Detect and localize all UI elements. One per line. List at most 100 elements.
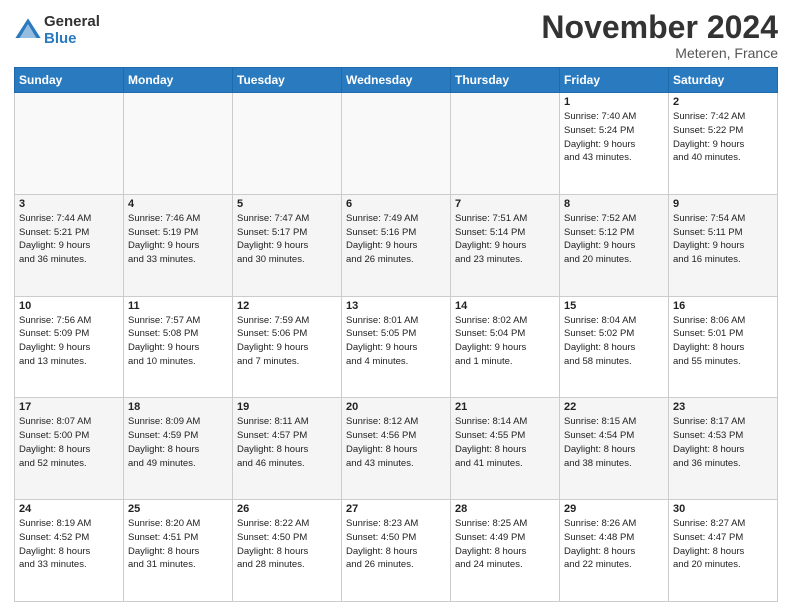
day-info: Sunrise: 8:01 AMSunset: 5:05 PMDaylight:…	[346, 314, 446, 369]
col-friday: Friday	[560, 68, 669, 93]
day-number: 28	[455, 503, 555, 515]
cell-3-1: 18 Sunrise: 8:09 AMSunset: 4:59 PMDayligh…	[124, 398, 233, 500]
day-number: 29	[564, 503, 664, 515]
logo-text: General Blue	[44, 14, 100, 47]
cell-4-5: 29Sunrise: 8:26 AMSunset: 4:48 PMDayligh…	[560, 500, 669, 602]
week-row-0: 1 Sunrise: 7:40 AMSunset: 5:24 PMDaylight…	[15, 93, 778, 195]
cell-0-5: 1 Sunrise: 7:40 AMSunset: 5:24 PMDaylight…	[560, 93, 669, 195]
day-info: Sunrise: 7:57 AMSunset: 5:08 PMDaylight:…	[128, 314, 228, 369]
cell-2-0: 10 Sunrise: 7:56 AMSunset: 5:09 PMDayligh…	[15, 296, 124, 398]
day-info: Sunrise: 8:15 AMSunset: 4:54 PMDaylight:…	[564, 415, 664, 470]
cell-0-2	[233, 93, 342, 195]
day-info: Sunrise: 7:49 AMSunset: 5:16 PMDaylight:…	[346, 212, 446, 267]
day-number: 8	[564, 198, 664, 210]
day-info: Sunrise: 8:14 AMSunset: 4:55 PMDaylight:…	[455, 415, 555, 470]
day-info: Sunrise: 7:56 AMSunset: 5:09 PMDaylight:…	[19, 314, 119, 369]
day-number: 20	[346, 401, 446, 413]
cell-0-4	[451, 93, 560, 195]
day-number: 21	[455, 401, 555, 413]
day-info: Sunrise: 8:25 AMSunset: 4:49 PMDaylight:…	[455, 517, 555, 572]
day-number: 1	[564, 96, 664, 108]
cell-2-2: 12 Sunrise: 7:59 AMSunset: 5:06 PMDayligh…	[233, 296, 342, 398]
cell-3-5: 22 Sunrise: 8:15 AMSunset: 4:54 PMDayligh…	[560, 398, 669, 500]
day-number: 24	[19, 503, 119, 515]
cell-1-6: 9 Sunrise: 7:54 AMSunset: 5:11 PMDaylight…	[669, 194, 778, 296]
day-number: 13	[346, 300, 446, 312]
day-number: 9	[673, 198, 773, 210]
col-wednesday: Wednesday	[342, 68, 451, 93]
day-info: Sunrise: 8:12 AMSunset: 4:56 PMDaylight:…	[346, 415, 446, 470]
day-number: 16	[673, 300, 773, 312]
day-number: 3	[19, 198, 119, 210]
cell-4-4: 28 Sunrise: 8:25 AMSunset: 4:49 PMDayligh…	[451, 500, 560, 602]
day-info: Sunrise: 7:44 AMSunset: 5:21 PMDaylight:…	[19, 212, 119, 267]
day-info: Sunrise: 8:09 AMSunset: 4:59 PMDaylight:…	[128, 415, 228, 470]
day-info: Sunrise: 8:23 AMSunset: 4:50 PMDaylight:…	[346, 517, 446, 572]
day-number: 26	[237, 503, 337, 515]
cell-0-1	[124, 93, 233, 195]
week-row-4: 24 Sunrise: 8:19 AMSunset: 4:52 PMDayligh…	[15, 500, 778, 602]
day-number: 19	[237, 401, 337, 413]
cell-1-4: 7 Sunrise: 7:51 AMSunset: 5:14 PMDaylight…	[451, 194, 560, 296]
day-info: Sunrise: 8:02 AMSunset: 5:04 PMDaylight:…	[455, 314, 555, 369]
week-row-2: 10 Sunrise: 7:56 AMSunset: 5:09 PMDayligh…	[15, 296, 778, 398]
cell-3-0: 17Sunrise: 8:07 AMSunset: 5:00 PMDayligh…	[15, 398, 124, 500]
col-monday: Monday	[124, 68, 233, 93]
cell-3-3: 20 Sunrise: 8:12 AMSunset: 4:56 PMDayligh…	[342, 398, 451, 500]
day-info: Sunrise: 7:40 AMSunset: 5:24 PMDaylight:…	[564, 110, 664, 165]
cell-4-0: 24 Sunrise: 8:19 AMSunset: 4:52 PMDayligh…	[15, 500, 124, 602]
day-info: Sunrise: 7:54 AMSunset: 5:11 PMDaylight:…	[673, 212, 773, 267]
cell-0-0	[15, 93, 124, 195]
day-number: 10	[19, 300, 119, 312]
col-sunday: Sunday	[15, 68, 124, 93]
cell-1-2: 5 Sunrise: 7:47 AMSunset: 5:17 PMDaylight…	[233, 194, 342, 296]
day-number: 4	[128, 198, 228, 210]
cell-3-6: 23Sunrise: 8:17 AMSunset: 4:53 PMDayligh…	[669, 398, 778, 500]
cell-2-5: 15Sunrise: 8:04 AMSunset: 5:02 PMDayligh…	[560, 296, 669, 398]
col-saturday: Saturday	[669, 68, 778, 93]
cell-2-6: 16 Sunrise: 8:06 AMSunset: 5:01 PMDayligh…	[669, 296, 778, 398]
day-info: Sunrise: 7:51 AMSunset: 5:14 PMDaylight:…	[455, 212, 555, 267]
day-info: Sunrise: 8:22 AMSunset: 4:50 PMDaylight:…	[237, 517, 337, 572]
cell-2-1: 11Sunrise: 7:57 AMSunset: 5:08 PMDayligh…	[124, 296, 233, 398]
day-number: 7	[455, 198, 555, 210]
logo-blue: Blue	[44, 31, 100, 48]
calendar-table: Sunday Monday Tuesday Wednesday Thursday…	[14, 67, 778, 602]
day-number: 15	[564, 300, 664, 312]
calendar-header-row: Sunday Monday Tuesday Wednesday Thursday…	[15, 68, 778, 93]
cell-3-2: 19Sunrise: 8:11 AMSunset: 4:57 PMDayligh…	[233, 398, 342, 500]
cell-2-3: 13 Sunrise: 8:01 AMSunset: 5:05 PMDayligh…	[342, 296, 451, 398]
cell-0-6: 2Sunrise: 7:42 AMSunset: 5:22 PMDaylight…	[669, 93, 778, 195]
day-number: 18	[128, 401, 228, 413]
day-info: Sunrise: 8:06 AMSunset: 5:01 PMDaylight:…	[673, 314, 773, 369]
day-info: Sunrise: 8:19 AMSunset: 4:52 PMDaylight:…	[19, 517, 119, 572]
week-row-1: 3 Sunrise: 7:44 AMSunset: 5:21 PMDaylight…	[15, 194, 778, 296]
col-thursday: Thursday	[451, 68, 560, 93]
header: General Blue November 2024 Meteren, Fran…	[14, 10, 778, 61]
day-info: Sunrise: 7:42 AMSunset: 5:22 PMDaylight:…	[673, 110, 773, 165]
col-tuesday: Tuesday	[233, 68, 342, 93]
day-number: 25	[128, 503, 228, 515]
day-number: 6	[346, 198, 446, 210]
cell-2-4: 14 Sunrise: 8:02 AMSunset: 5:04 PMDayligh…	[451, 296, 560, 398]
cell-1-0: 3 Sunrise: 7:44 AMSunset: 5:21 PMDaylight…	[15, 194, 124, 296]
cell-1-1: 4Sunrise: 7:46 AMSunset: 5:19 PMDaylight…	[124, 194, 233, 296]
day-number: 12	[237, 300, 337, 312]
cell-1-3: 6 Sunrise: 7:49 AMSunset: 5:16 PMDaylight…	[342, 194, 451, 296]
day-number: 14	[455, 300, 555, 312]
day-number: 30	[673, 503, 773, 515]
cell-4-2: 26 Sunrise: 8:22 AMSunset: 4:50 PMDayligh…	[233, 500, 342, 602]
day-number: 22	[564, 401, 664, 413]
logo-general: General	[44, 14, 100, 31]
cell-0-3	[342, 93, 451, 195]
cell-1-5: 8Sunrise: 7:52 AMSunset: 5:12 PMDaylight…	[560, 194, 669, 296]
cell-4-6: 30Sunrise: 8:27 AMSunset: 4:47 PMDayligh…	[669, 500, 778, 602]
day-info: Sunrise: 8:17 AMSunset: 4:53 PMDaylight:…	[673, 415, 773, 470]
day-info: Sunrise: 8:20 AMSunset: 4:51 PMDaylight:…	[128, 517, 228, 572]
location: Meteren, France	[541, 45, 778, 61]
day-info: Sunrise: 7:59 AMSunset: 5:06 PMDaylight:…	[237, 314, 337, 369]
cell-4-3: 27Sunrise: 8:23 AMSunset: 4:50 PMDayligh…	[342, 500, 451, 602]
day-number: 5	[237, 198, 337, 210]
day-info: Sunrise: 7:47 AMSunset: 5:17 PMDaylight:…	[237, 212, 337, 267]
logo-icon	[14, 17, 42, 45]
